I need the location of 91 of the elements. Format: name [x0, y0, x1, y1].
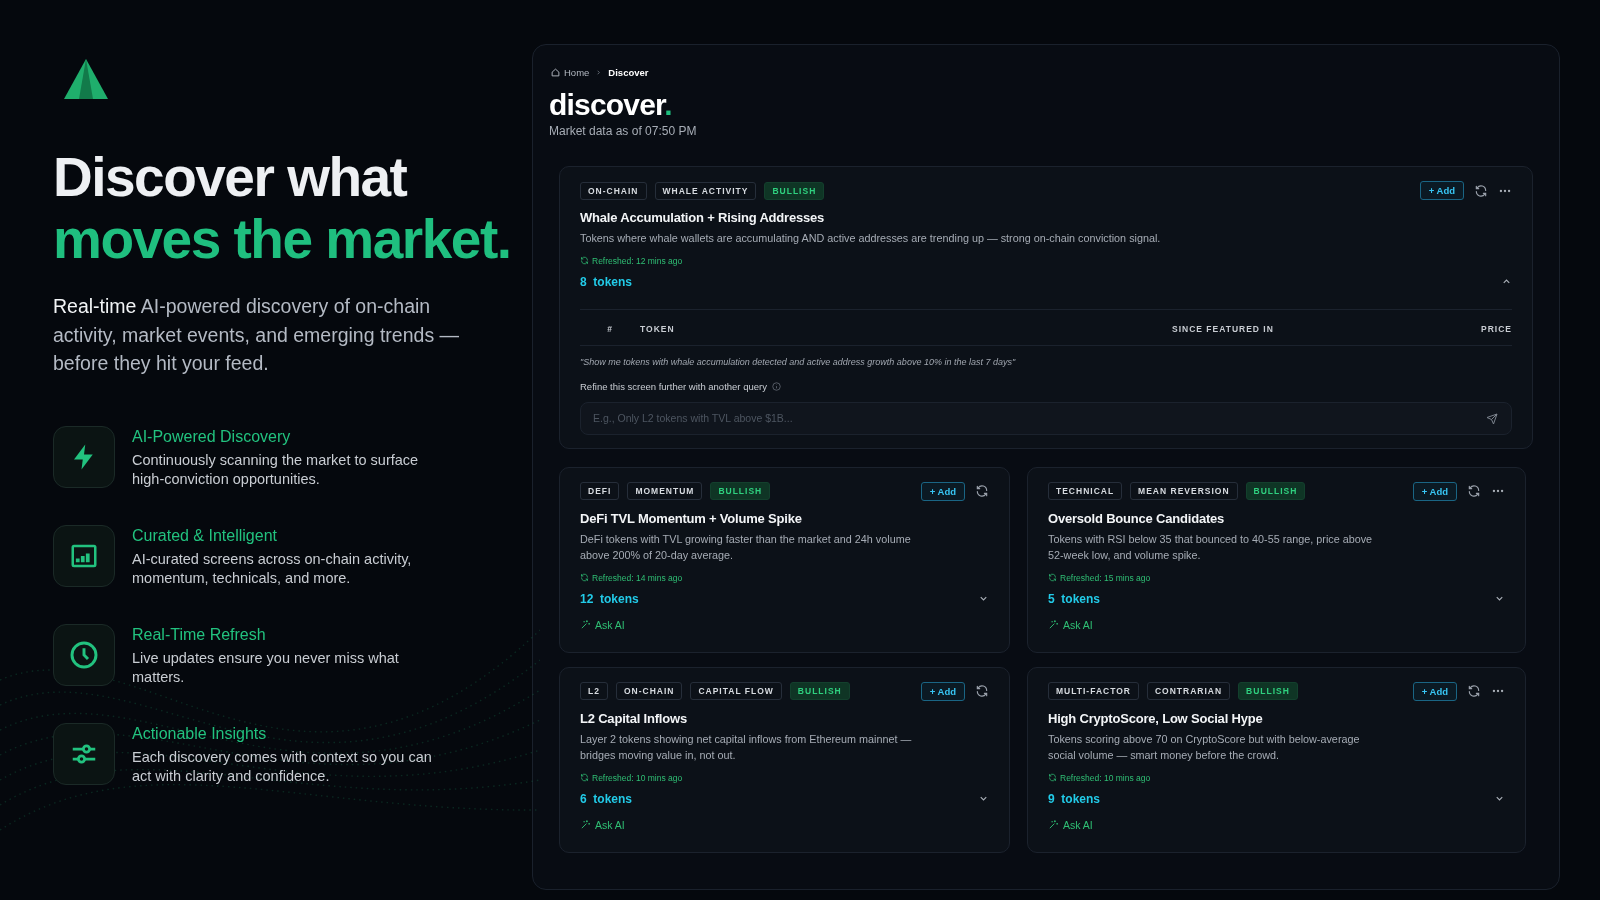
column-header: # — [606, 323, 614, 334]
feature-description: Live updates ensure you never miss what matters. — [132, 648, 400, 687]
refresh-icon — [975, 484, 989, 498]
hero-heading-accent: moves the market. — [53, 208, 512, 270]
category-tag: L2 — [580, 682, 608, 700]
query-field[interactable]: E.g., Only L2 tokens with TVL above $1B... — [580, 401, 1512, 435]
refresh-icon — [580, 256, 589, 265]
refreshed-time: Refreshed: 15 mins ago — [1060, 572, 1151, 583]
screen-title: DeFi TVL Momentum + Volume Spike — [580, 510, 803, 526]
ask-ai-link[interactable]: Ask AI — [580, 818, 625, 831]
token-count[interactable]: 5 tokens — [1048, 591, 1101, 606]
screen-description: Tokens scoring above 70 on CryptoScore but with below-average social volume — smart money before the crowd. — [1048, 731, 1361, 763]
category-tag: MOMENTUM — [627, 482, 703, 500]
refresh-icon — [1467, 684, 1481, 698]
column-header: TOKEN — [640, 323, 676, 334]
refresh-button[interactable] — [975, 484, 989, 498]
chevron-right-icon — [595, 69, 603, 76]
add-button[interactable]: + Add — [1419, 181, 1464, 200]
sparkle-icon — [1048, 619, 1059, 630]
page-title: discover. — [549, 88, 673, 122]
ask-ai-link[interactable]: Ask AI — [1048, 618, 1093, 631]
screen-title: High CryptoScore, Low Social Hype — [1048, 710, 1264, 726]
sparkle-icon — [580, 819, 591, 830]
refresh-button[interactable] — [1467, 684, 1481, 698]
home-icon — [551, 68, 560, 77]
sparkle-icon — [1048, 819, 1059, 830]
logo — [63, 58, 109, 100]
category-tag: DEFI — [580, 482, 620, 500]
refreshed-time: Refreshed: 12 mins ago — [592, 255, 683, 266]
add-button[interactable]: + Add — [920, 681, 965, 701]
refresh-icon — [1474, 183, 1488, 198]
feature-title: AI-Powered Discovery — [132, 427, 292, 446]
token-count[interactable]: 8 tokens — [580, 274, 633, 289]
category-tag: ON-CHAIN — [615, 682, 683, 700]
sentiment-tag: BULLISH — [1238, 682, 1298, 700]
screen-description: Tokens with RSI below 35 that bounced to 40-55 range, price above 52-week low, and volume spike. — [1048, 531, 1374, 563]
feature-description: AI-curated screens across on-chain activity, momentum, technicals, and more. — [132, 549, 413, 588]
feature-title: Real-Time Refresh — [132, 625, 267, 644]
refresh-icon — [580, 773, 589, 782]
screen-description: Tokens where whale wallets are accumulating AND active addresses are trending up — strong on-chain conviction signal. — [580, 231, 1162, 246]
refreshed-time: Refreshed: 14 mins ago — [592, 572, 683, 583]
refreshed-time: Refreshed: 10 mins ago — [1060, 772, 1151, 783]
breadcrumb-current: Discover — [608, 67, 649, 78]
category-tag: CONTRARIAN — [1146, 682, 1231, 700]
add-button[interactable]: + Add — [1412, 481, 1457, 501]
feature-title: Curated & Intelligent — [132, 526, 278, 545]
ask-ai-link[interactable]: Ask AI — [580, 618, 625, 631]
category-tag: MULTI-FACTOR — [1048, 682, 1139, 700]
screen-description: Layer 2 tokens showing net capital inflows from Ethereum mainnet — bridges moving value in, not out. — [580, 731, 913, 763]
token-count[interactable]: 6 tokens — [580, 791, 633, 806]
refresh-icon — [580, 573, 589, 582]
add-button[interactable]: + Add — [1412, 681, 1457, 701]
category-tag: ON-CHAIN — [580, 181, 647, 200]
market-time: Market data as of 07:50 PM — [549, 124, 698, 138]
screen-title: Whale Accumulation + Rising Addresses — [580, 210, 826, 225]
ask-ai-link[interactable]: Ask AI — [1048, 818, 1093, 831]
hero-subtitle: Real-time AI-powered discovery of on-chain activity, market events, and emerging trends — before they hit your feed. — [53, 294, 461, 376]
feature-description: Each discovery comes with context so you can act with clarity and confidence. — [132, 747, 432, 786]
refresh-icon — [1048, 573, 1057, 582]
category-tag: WHALE ACTIVITY — [654, 181, 757, 200]
feature-description: Continuously scanning the market to surface high-conviction opportunities. — [132, 450, 420, 489]
screen-query: "Show me tokens with whale accumulation detected and active address growth above 10% in the last 7 days" — [580, 356, 1017, 367]
refreshed-time: Refreshed: 10 mins ago — [592, 772, 683, 783]
add-button[interactable]: + Add — [920, 481, 965, 501]
category-tag: MEAN REVERSION — [1130, 482, 1238, 500]
refresh-button[interactable] — [975, 684, 989, 698]
token-count[interactable]: 12 tokens — [580, 591, 639, 606]
refine-label: Refine this screen further with another query — [580, 380, 767, 392]
screen-title: L2 Capital Inflows — [580, 710, 688, 726]
category-tag: CAPITAL FLOW — [690, 682, 782, 700]
screen-description: DeFi tokens with TVL growing faster than the market and 24h volume above 200% of 20-day average. — [580, 531, 912, 563]
info-icon — [771, 381, 781, 391]
sentiment-tag: BULLISH — [764, 181, 825, 200]
home-link[interactable]: Home — [551, 67, 590, 78]
refresh-button[interactable] — [1474, 183, 1488, 198]
screen-title: Oversold Bounce Candidates — [1048, 510, 1226, 526]
refresh-icon — [1048, 773, 1057, 782]
sparkle-icon — [580, 619, 591, 630]
send-icon[interactable] — [1486, 412, 1498, 425]
hero-heading: Discover what — [53, 146, 408, 208]
category-tag: TECHNICAL — [1048, 482, 1123, 500]
column-header: SINCE FEATURED IN — [1172, 323, 1275, 334]
refresh-icon — [1467, 484, 1481, 498]
sentiment-tag: BULLISH — [789, 682, 850, 700]
refresh-button[interactable] — [1467, 484, 1481, 498]
refresh-icon — [975, 684, 989, 698]
sentiment-tag: BULLISH — [1245, 482, 1306, 500]
column-header: PRICE — [1480, 323, 1512, 334]
token-count[interactable]: 9 tokens — [1048, 791, 1101, 806]
sentiment-tag: BULLISH — [710, 482, 771, 500]
feature-title: Actionable Insights — [132, 724, 268, 743]
